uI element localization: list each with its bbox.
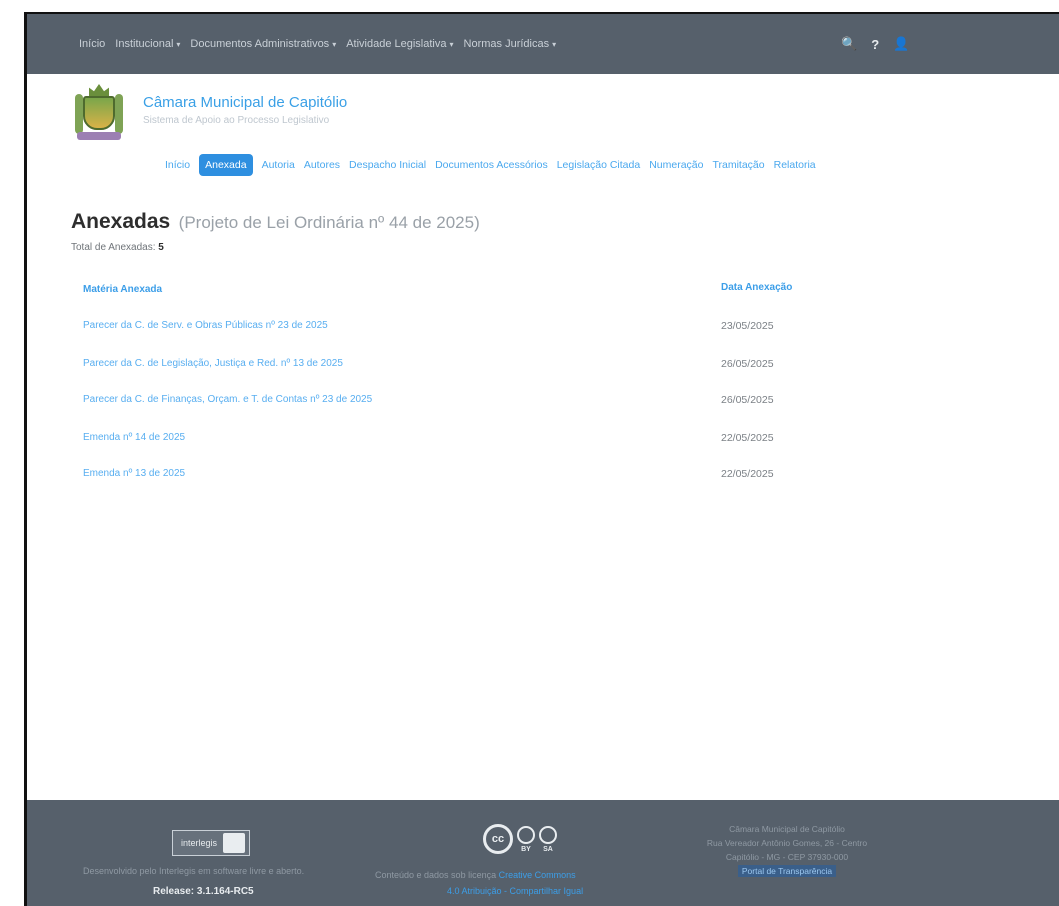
- data-anexacao: 22/05/2025: [721, 468, 774, 480]
- top-navbar: Início Institucional ▾ Documentos Adminis…: [27, 14, 1059, 74]
- nav-menu: Início Institucional ▾ Documentos Adminis…: [27, 38, 556, 50]
- site-header: Câmara Municipal de Capitólio Sistema de…: [75, 82, 347, 150]
- creative-commons-link[interactable]: Creative Commons: [499, 870, 576, 880]
- nav-item-institucional[interactable]: Institucional ▾: [115, 38, 180, 50]
- tab-tramitacao[interactable]: Tramitação: [712, 159, 764, 171]
- footer-release: Release: 3.1.164-RC5: [153, 886, 254, 897]
- footer-license-text: Conteúdo e dados sob licença Creative Co…: [375, 870, 576, 880]
- footer-developed-by: Desenvolvido pelo Interlegis em software…: [83, 866, 305, 876]
- tab-anexada[interactable]: Anexada: [199, 154, 253, 176]
- column-header-data: Data Anexação: [721, 282, 793, 293]
- chevron-down-icon: ▾: [552, 40, 557, 49]
- nav-item-documentos-administrativos[interactable]: Documentos Administrativos ▾: [190, 38, 336, 50]
- footer-contact: Câmara Municipal de Capitólio Rua Veread…: [677, 822, 897, 878]
- site-name[interactable]: Câmara Municipal de Capitólio: [143, 94, 347, 111]
- crest-leaf-right: [115, 94, 123, 134]
- site-subtitle: Sistema de Apoio ao Processo Legislativo: [143, 115, 330, 126]
- tab-relatoria[interactable]: Relatoria: [774, 159, 816, 171]
- crest-leaf-left: [75, 94, 83, 134]
- chevron-down-icon: ▾: [176, 40, 181, 49]
- crest-shield: [83, 96, 115, 130]
- nav-item-inicio[interactable]: Início: [79, 38, 105, 50]
- table-row: Emenda nº 13 de 2025 22/05/2025: [71, 468, 811, 488]
- footer-camara-name: Câmara Municipal de Capitólio: [729, 824, 845, 834]
- column-header-materia: Matéria Anexada: [83, 284, 163, 295]
- materia-link[interactable]: Emenda nº 14 de 2025: [83, 432, 185, 443]
- chevron-down-icon: ▾: [449, 40, 454, 49]
- search-icon[interactable]: 🔍: [841, 36, 857, 52]
- share-alike-icon: [539, 825, 557, 844]
- cc-by-icon: BY: [517, 825, 535, 853]
- data-anexacao: 23/05/2025: [721, 320, 774, 332]
- materia-link[interactable]: Emenda nº 13 de 2025: [83, 468, 185, 479]
- table-row: Emenda nº 14 de 2025 22/05/2025: [71, 432, 811, 452]
- nav-item-normas-juridicas[interactable]: Normas Jurídicas ▾: [464, 38, 557, 50]
- tab-legislacao-citada[interactable]: Legislação Citada: [557, 159, 640, 171]
- cc-sa-icon: SA: [539, 825, 557, 853]
- browser-viewport: Início Institucional ▾ Documentos Adminis…: [24, 12, 1059, 906]
- total-value: 5: [158, 242, 164, 253]
- materia-link[interactable]: Parecer da C. de Serv. e Obras Públicas …: [83, 320, 328, 331]
- tab-despacho-inicial[interactable]: Despacho Inicial: [349, 159, 426, 171]
- crest-crown: [89, 84, 109, 96]
- tab-autoria[interactable]: Autoria: [262, 159, 295, 171]
- tab-inicio[interactable]: Início: [165, 159, 190, 171]
- table-row: Parecer da C. de Finanças, Orçam. e T. d…: [71, 394, 811, 414]
- help-icon[interactable]: ?: [871, 37, 879, 52]
- footer-address: Rua Vereador Antônio Gomes, 26 - Centro: [706, 838, 868, 848]
- nav-tools: 🔍 ? 👤: [841, 36, 909, 52]
- table-row: Parecer da C. de Legislação, Justiça e R…: [71, 358, 811, 378]
- data-anexacao: 26/05/2025: [721, 394, 774, 406]
- site-title: Câmara Municipal de Capitólio Sistema de…: [143, 94, 347, 126]
- materia-tabs: Início Anexada Autoria Autores Despacho …: [165, 154, 816, 176]
- interlegis-logo-text: interlegis: [181, 838, 218, 848]
- page-title: Anexadas (Projeto de Lei Ordinária nº 44…: [71, 210, 480, 234]
- license-link[interactable]: 4.0 Atribuição - Compartilhar Igual: [447, 886, 583, 896]
- footer-city: Capitólio - MG - CEP 37930-000: [725, 852, 849, 862]
- crest-ribbon: [77, 132, 121, 140]
- total-label: Total de Anexadas:: [71, 242, 156, 253]
- page-title-subtitle: (Projeto de Lei Ordinária nº 44 de 2025): [178, 213, 480, 232]
- total-anexadas: Total de Anexadas: 5: [71, 242, 164, 253]
- chevron-down-icon: ▾: [332, 40, 337, 49]
- cc-icon: cc: [483, 824, 513, 854]
- data-anexacao: 22/05/2025: [721, 432, 774, 444]
- table-row: Parecer da C. de Serv. e Obras Públicas …: [71, 320, 811, 340]
- municipal-crest-logo[interactable]: [75, 82, 123, 150]
- transparency-portal-link[interactable]: Portal de Transparência: [737, 865, 837, 877]
- tab-documentos-acessorios[interactable]: Documentos Acessórios: [435, 159, 548, 171]
- nav-item-atividade-legislativa[interactable]: Atividade Legislativa ▾: [346, 38, 453, 50]
- interlegis-logo[interactable]: interlegis: [172, 830, 250, 856]
- user-icon[interactable]: 👤: [893, 36, 909, 52]
- tab-numeracao[interactable]: Numeração: [649, 159, 703, 171]
- materia-link[interactable]: Parecer da C. de Finanças, Orçam. e T. d…: [83, 394, 372, 405]
- interlegis-mark-icon: [223, 833, 245, 853]
- page-title-main: Anexadas: [71, 210, 171, 233]
- materia-link[interactable]: Parecer da C. de Legislação, Justiça e R…: [83, 358, 343, 369]
- tab-autores[interactable]: Autores: [304, 159, 340, 171]
- creative-commons-badge[interactable]: cc BY SA: [483, 824, 557, 854]
- person-icon: [517, 825, 535, 844]
- site-footer: interlegis Desenvolvido pelo Interlegis …: [27, 800, 1059, 906]
- data-anexacao: 26/05/2025: [721, 358, 774, 370]
